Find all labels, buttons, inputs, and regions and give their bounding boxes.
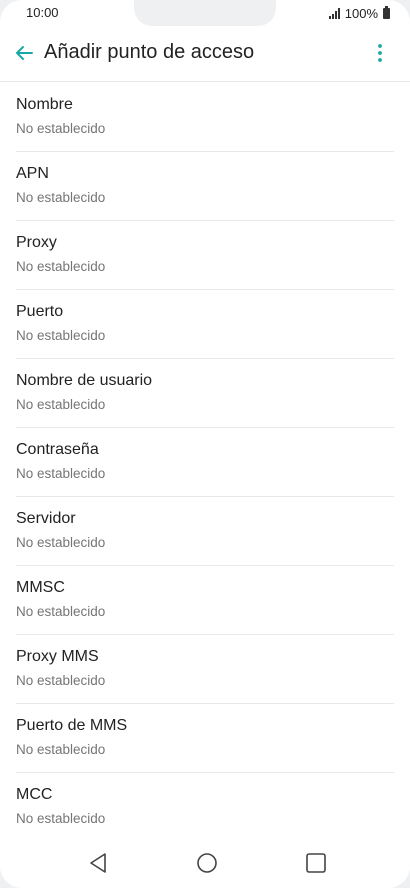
- setting-value: No establecido: [16, 121, 106, 136]
- setting-value: No establecido: [16, 466, 106, 481]
- arrow-back-icon[interactable]: [10, 39, 38, 67]
- setting-label: MCC: [16, 786, 53, 803]
- setting-label: Proxy: [16, 234, 57, 251]
- setting-value: No establecido: [16, 190, 106, 205]
- status-bar: 10:00 100%: [0, 0, 410, 26]
- nav-recents-icon[interactable]: [303, 850, 329, 876]
- setting-value: No establecido: [16, 742, 106, 757]
- setting-puerto-de-mms[interactable]: Puerto de MMS No establecido: [16, 704, 394, 773]
- setting-value: No establecido: [16, 397, 106, 412]
- setting-proxy[interactable]: Proxy No establecido: [16, 221, 394, 290]
- page-title: Añadir punto de acceso: [44, 41, 255, 63]
- setting-label: Puerto de MMS: [16, 717, 128, 734]
- nav-back-icon[interactable]: [85, 850, 111, 876]
- more-vertical-icon[interactable]: [370, 40, 390, 66]
- app-bar: Añadir punto de acceso: [0, 26, 410, 82]
- setting-contrasena[interactable]: Contraseña No establecido: [16, 428, 394, 497]
- setting-puerto[interactable]: Puerto No establecido: [16, 290, 394, 359]
- setting-value: No establecido: [16, 673, 106, 688]
- setting-value: No establecido: [16, 328, 106, 343]
- setting-label: Servidor: [16, 510, 76, 527]
- setting-mmsc[interactable]: MMSC No establecido: [16, 566, 394, 635]
- setting-label: APN: [16, 165, 49, 182]
- battery-icon: [383, 5, 390, 19]
- setting-value: No establecido: [16, 259, 106, 274]
- status-time: 10:00: [26, 5, 59, 20]
- setting-mcc[interactable]: MCC No establecido: [16, 773, 394, 842]
- setting-label: Puerto: [16, 303, 64, 320]
- setting-proxy-mms[interactable]: Proxy MMS No establecido: [16, 635, 394, 704]
- setting-label: Proxy MMS: [16, 648, 99, 665]
- setting-value: No establecido: [16, 535, 106, 550]
- setting-value: No establecido: [16, 811, 106, 826]
- navigation-bar: [0, 838, 410, 888]
- setting-apn[interactable]: APN No establecido: [16, 152, 394, 221]
- setting-label: Nombre de usuario: [16, 372, 153, 389]
- setting-value: No establecido: [16, 604, 106, 619]
- setting-nombre-de-usuario[interactable]: Nombre de usuario No establecido: [16, 359, 394, 428]
- signal-icon: [328, 7, 340, 19]
- display-notch: [134, 0, 276, 26]
- setting-label: Nombre: [16, 96, 73, 113]
- nav-home-icon[interactable]: [194, 850, 220, 876]
- setting-nombre[interactable]: Nombre No establecido: [16, 83, 394, 152]
- apn-settings-list: Nombre No establecido APN No establecido…: [0, 83, 410, 842]
- setting-label: MMSC: [16, 579, 65, 596]
- setting-servidor[interactable]: Servidor No establecido: [16, 497, 394, 566]
- battery-percent: 100%: [344, 5, 378, 21]
- phone-screen: 10:00 100% Añadir punto de acceso Nombre…: [0, 0, 410, 888]
- status-indicators: 100%: [328, 5, 390, 21]
- setting-label: Contraseña: [16, 441, 99, 458]
